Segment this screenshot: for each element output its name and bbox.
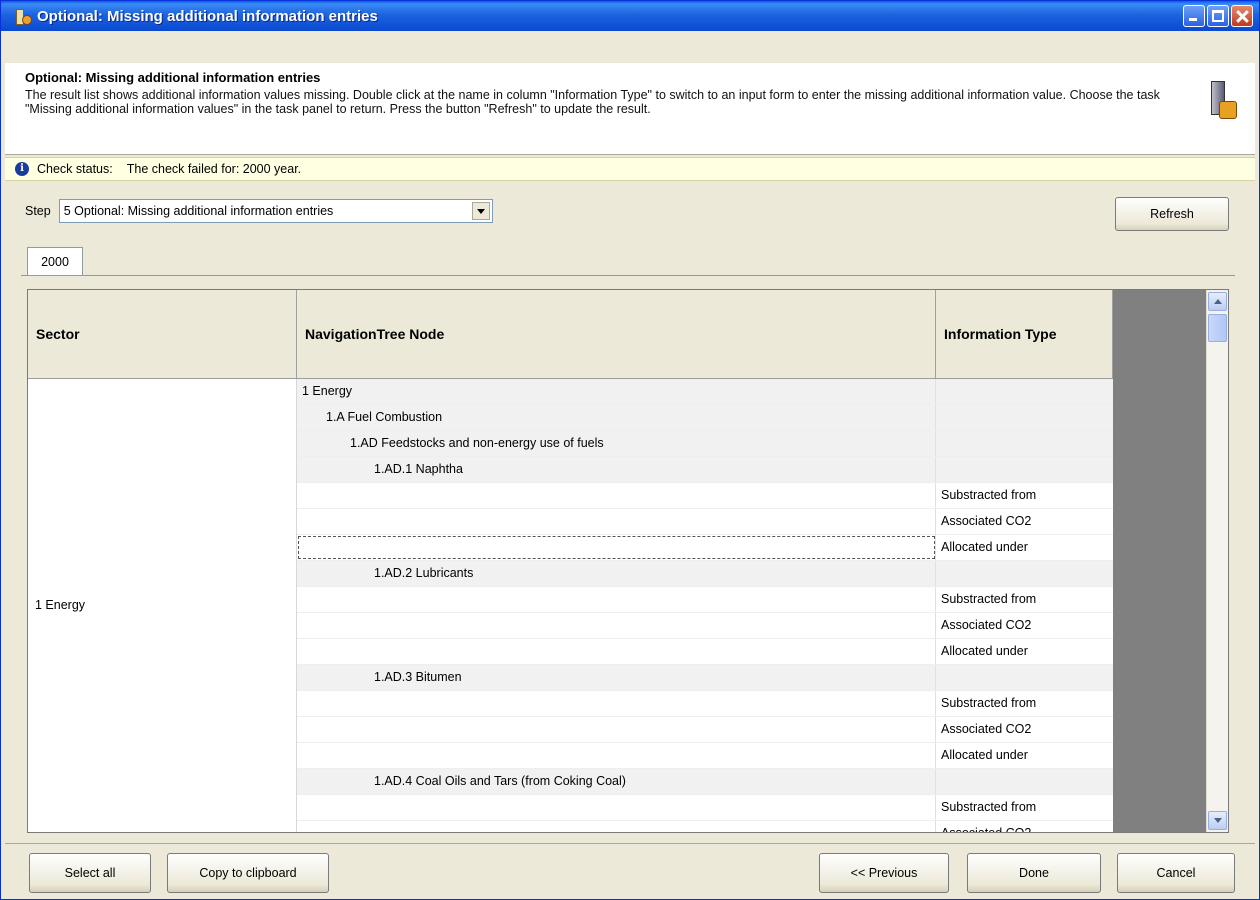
node-cell[interactable] [297, 587, 936, 612]
scroll-down-icon[interactable] [1208, 811, 1227, 830]
previous-button[interactable]: << Previous [819, 853, 949, 893]
table-row[interactable]: Allocated under [297, 639, 1113, 665]
info-type-cell[interactable]: Substracted from [936, 795, 1113, 820]
header-title: Optional: Missing additional information… [25, 70, 321, 85]
minimize-button[interactable] [1183, 5, 1205, 27]
sector-value: 1 Energy [35, 598, 86, 612]
table-row[interactable]: 1.AD.3 Bitumen [297, 665, 1113, 691]
info-type-cell[interactable] [936, 665, 1113, 690]
window-title: Optional: Missing additional information… [37, 7, 378, 25]
info-icon: i [15, 162, 29, 176]
info-type-cell[interactable] [936, 561, 1113, 586]
node-cell[interactable] [297, 535, 936, 560]
node-cell[interactable] [297, 613, 936, 638]
table-row[interactable]: Allocated under [297, 535, 1113, 561]
refresh-button[interactable]: Refresh [1115, 197, 1229, 231]
header-description: The result list shows additional informa… [25, 88, 1160, 116]
step-label: Step [25, 204, 51, 218]
grid-rows: 1 Energy 1.A Fuel Combustion 1.AD Feedstoc… [297, 379, 1113, 832]
node-cell[interactable]: 1 Energy [297, 379, 936, 404]
node-cell[interactable]: 1.AD.4 Coal Oils and Tars (from Coking C… [297, 769, 936, 794]
header-panel: Optional: Missing additional information… [5, 63, 1255, 155]
info-type-cell[interactable]: Substracted from [936, 691, 1113, 716]
node-cell[interactable] [297, 483, 936, 508]
node-cell[interactable] [297, 639, 936, 664]
info-type-cell[interactable] [936, 379, 1113, 404]
cancel-button[interactable]: Cancel [1117, 853, 1235, 893]
grid-table: Sector NavigationTree Node Information T… [28, 290, 1113, 832]
column-header-info-type[interactable]: Information Type [936, 290, 1113, 378]
node-cell[interactable] [297, 821, 936, 832]
vertical-scrollbar[interactable] [1206, 290, 1228, 832]
info-type-cell[interactable] [936, 457, 1113, 482]
sector-cell[interactable]: 1 Energy [28, 379, 297, 832]
window: Optional: Missing additional information… [0, 0, 1260, 900]
results-grid: Sector NavigationTree Node Information T… [27, 289, 1229, 833]
chevron-down-icon[interactable] [471, 202, 490, 220]
table-row[interactable]: Associated CO2 [297, 717, 1113, 743]
node-cell[interactable] [297, 795, 936, 820]
grid-header: Sector NavigationTree Node Information T… [28, 290, 1113, 379]
done-button[interactable]: Done [967, 853, 1101, 893]
table-row[interactable]: 1.AD.1 Naphtha [297, 457, 1113, 483]
table-row[interactable]: Substracted from [297, 483, 1113, 509]
info-type-cell[interactable]: Associated CO2 [936, 509, 1113, 534]
table-row[interactable]: 1.AD Feedstocks and non-energy use of fu… [297, 431, 1113, 457]
close-button[interactable] [1231, 5, 1253, 27]
copy-to-clipboard-button[interactable]: Copy to clipboard [167, 853, 329, 893]
status-bar: i Check status: The check failed for: 20… [5, 157, 1255, 181]
info-type-cell[interactable]: Allocated under [936, 639, 1113, 664]
column-header-sector[interactable]: Sector [28, 290, 297, 378]
info-type-cell[interactable]: Associated CO2 [936, 717, 1113, 742]
info-type-cell[interactable]: Allocated under [936, 743, 1113, 768]
node-cell[interactable] [297, 717, 936, 742]
window-controls [1183, 5, 1253, 27]
table-row[interactable]: Substracted from [297, 587, 1113, 613]
bottom-divider [5, 843, 1255, 844]
tab-divider [21, 275, 1235, 276]
node-cell[interactable]: 1.AD.3 Bitumen [297, 665, 936, 690]
wizard-icon [1207, 79, 1237, 123]
table-row[interactable]: Substracted from [297, 795, 1113, 821]
node-cell[interactable]: 1.A Fuel Combustion [297, 405, 936, 430]
info-type-cell[interactable] [936, 769, 1113, 794]
app-icon [15, 8, 32, 25]
node-cell[interactable]: 1.AD Feedstocks and non-energy use of fu… [297, 431, 936, 456]
grid-body: 1 Energy 1 Energy 1.A Fuel Combustion 1.AD… [28, 379, 1113, 832]
step-select[interactable]: 5 Optional: Missing additional informati… [58, 199, 493, 223]
node-cell[interactable] [297, 691, 936, 716]
column-header-node[interactable]: NavigationTree Node [297, 290, 936, 378]
node-cell[interactable] [297, 743, 936, 768]
status-label: Check status: [37, 162, 113, 176]
info-type-cell[interactable]: Substracted from [936, 587, 1113, 612]
table-row[interactable]: Associated CO2 [297, 509, 1113, 535]
table-row[interactable]: Associated CO2 [297, 821, 1113, 832]
node-cell[interactable]: 1.AD.2 Lubricants [297, 561, 936, 586]
table-row[interactable]: 1.A Fuel Combustion [297, 405, 1113, 431]
maximize-button[interactable] [1207, 5, 1229, 27]
node-cell[interactable]: 1.AD.1 Naphtha [297, 457, 936, 482]
titlebar[interactable]: Optional: Missing additional information… [1, 1, 1259, 31]
scroll-thumb[interactable] [1208, 314, 1227, 342]
table-row[interactable]: Associated CO2 [297, 613, 1113, 639]
info-type-cell[interactable]: Associated CO2 [936, 821, 1113, 832]
select-all-button[interactable]: Select all [29, 853, 151, 893]
info-type-cell[interactable] [936, 405, 1113, 430]
table-row[interactable]: 1.AD.2 Lubricants [297, 561, 1113, 587]
info-type-cell[interactable]: Allocated under [936, 535, 1113, 560]
info-type-cell[interactable]: Associated CO2 [936, 613, 1113, 638]
tab-2000[interactable]: 2000 [27, 247, 83, 275]
step-row: Step 5 Optional: Missing additional info… [5, 197, 493, 225]
table-row[interactable]: Allocated under [297, 743, 1113, 769]
scroll-up-icon[interactable] [1208, 292, 1227, 311]
table-row[interactable]: 1.AD.4 Coal Oils and Tars (from Coking C… [297, 769, 1113, 795]
node-cell[interactable] [297, 509, 936, 534]
info-type-cell[interactable]: Substracted from [936, 483, 1113, 508]
step-select-value: 5 Optional: Missing additional informati… [63, 204, 334, 218]
info-type-cell[interactable] [936, 431, 1113, 456]
table-row[interactable]: 1 Energy [297, 379, 1113, 405]
table-row[interactable]: Substracted from [297, 691, 1113, 717]
status-message: The check failed for: 2000 year. [126, 162, 302, 176]
